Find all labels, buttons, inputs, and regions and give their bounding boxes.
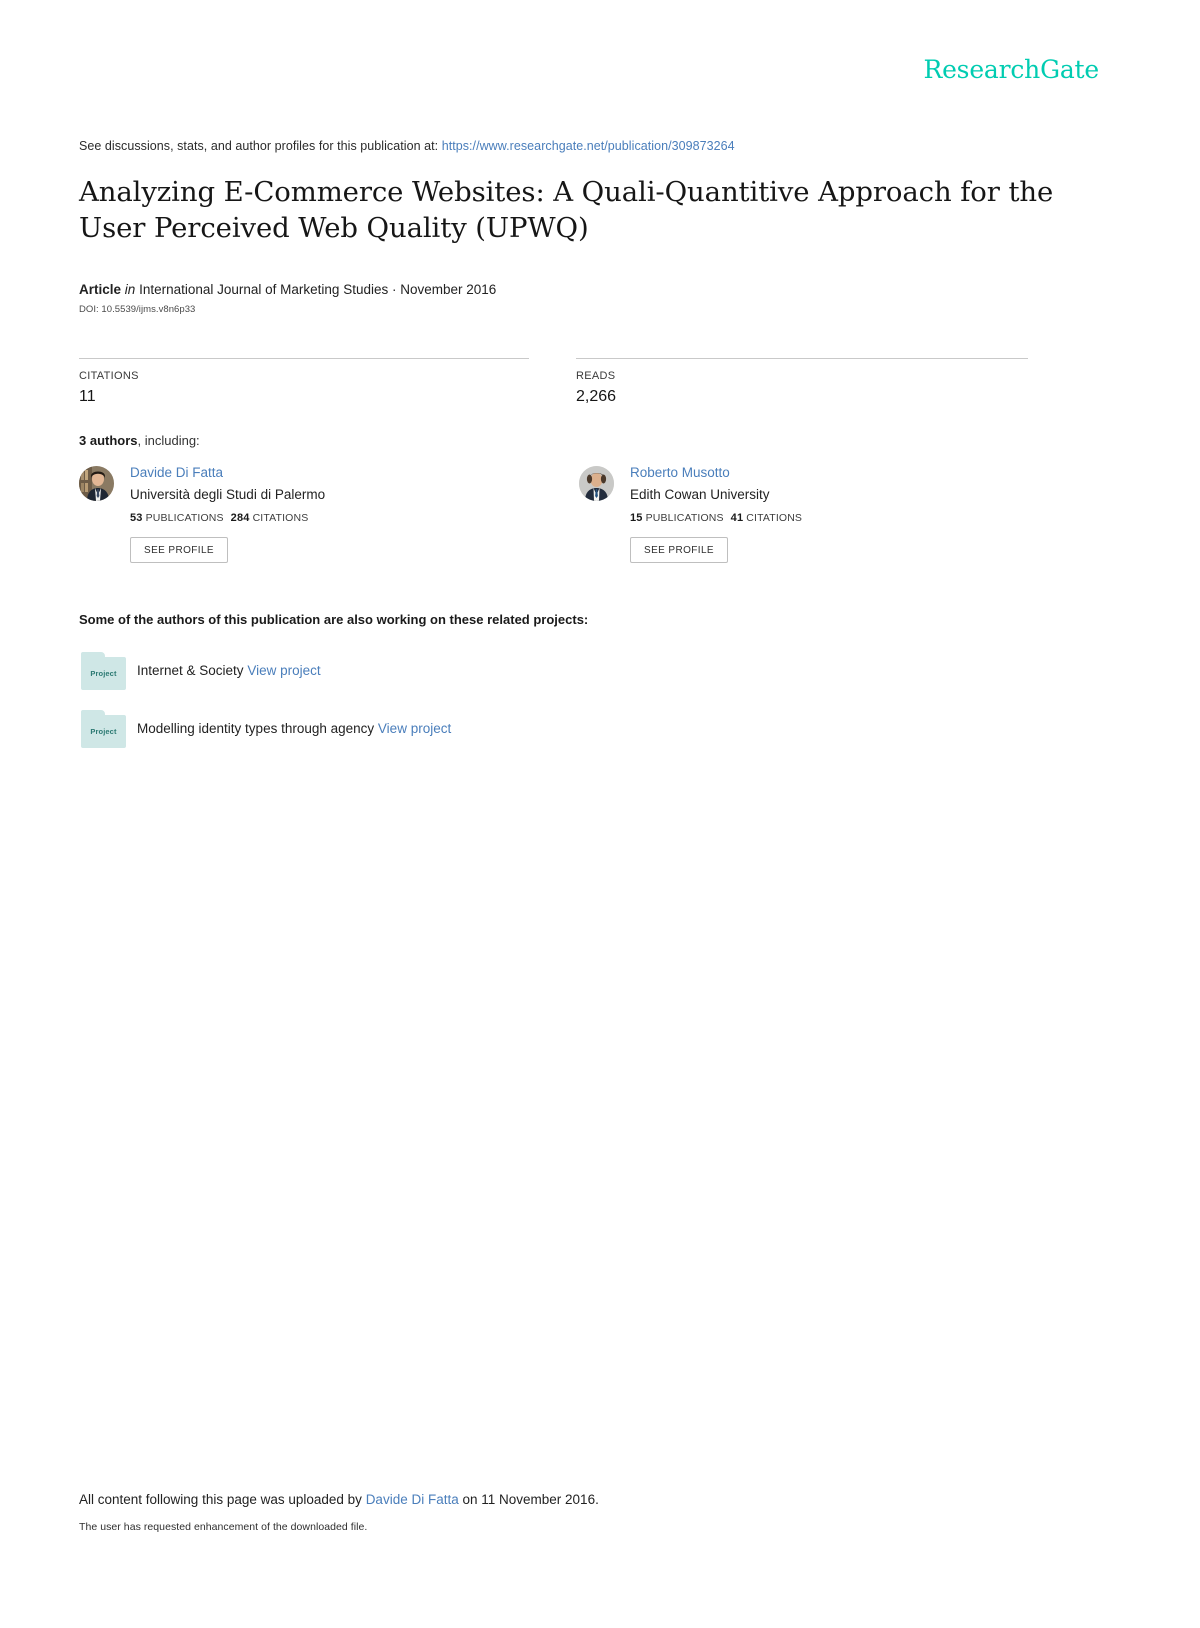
author-citations-label: CITATIONS [746, 512, 803, 525]
article-type-label: Article [79, 282, 122, 297]
footer-upload-line: All content following this page was uplo… [79, 1492, 599, 1507]
author-citations-label: CITATIONS [252, 512, 309, 525]
author-publications-label: PUBLICATIONS [645, 512, 724, 525]
project-row: Project Internet & Society View project [79, 652, 779, 692]
publication-url-link[interactable]: https://www.researchgate.net/publication… [442, 139, 735, 153]
project-folder-label: Project [90, 727, 117, 736]
see-profile-button[interactable]: SEE PROFILE [130, 537, 228, 564]
stat-label: READS [576, 370, 616, 382]
authors-header-rest: , including: [137, 433, 200, 448]
article-meta: Article in International Journal of Mark… [79, 282, 496, 297]
avatar-photo-icon [79, 466, 114, 501]
author-publications-count: 53 [130, 512, 143, 525]
stat-reads: READS 2,266 [576, 358, 1028, 406]
author-card: Davide Di Fatta Università degli Studi d… [79, 465, 509, 564]
author-citations-count: 284 [230, 512, 250, 525]
researchgate-logo-text: ResearchGate [923, 55, 1099, 84]
article-doi: DOI: 10.5539/ijms.v8n6p33 [79, 304, 196, 315]
publication-cover-page: ResearchGate See discussions, stats, and… [0, 0, 1200, 1628]
view-project-link[interactable]: View project [378, 721, 451, 736]
project-name: Modelling identity types through agency [137, 721, 375, 736]
author-card: Roberto Musotto Edith Cowan University 1… [579, 465, 1009, 564]
footer-upload-prefix: All content following this page was uplo… [79, 1492, 366, 1507]
projects-heading: Some of the authors of this publication … [79, 612, 589, 627]
discussion-prefix-text: See discussions, stats, and author profi… [79, 139, 439, 153]
project-name: Internet & Society [137, 663, 244, 678]
stat-label: CITATIONS [79, 370, 139, 382]
project-folder-icon: Project [81, 652, 126, 690]
project-text: Internet & Society View project [137, 663, 321, 678]
author-body: Davide Di Fatta Università degli Studi d… [130, 465, 509, 564]
author-name-link[interactable]: Roberto Musotto [630, 465, 1009, 481]
article-in-label: in [124, 282, 136, 297]
footer-enhancement-note: The user has requested enhancement of th… [79, 1521, 368, 1533]
author-publications-label: PUBLICATIONS [145, 512, 224, 525]
view-project-link[interactable]: View project [247, 663, 320, 678]
project-folder-icon: Project [81, 710, 126, 748]
author-affiliation: Università degli Studi di Palermo [130, 486, 326, 502]
author-stats: 53 PUBLICATIONS 284 CITATIONS [130, 512, 509, 524]
author-affiliation: Edith Cowan University [630, 486, 770, 502]
project-folder-label: Project [90, 669, 117, 678]
footer-upload-suffix: on 11 November 2016. [458, 1492, 599, 1507]
stat-divider [576, 358, 1028, 359]
avatar[interactable] [79, 466, 114, 501]
footer-author-link[interactable]: Davide Di Fatta [366, 1492, 459, 1507]
avatar-photo-icon [579, 466, 614, 501]
author-name-link[interactable]: Davide Di Fatta [130, 465, 509, 481]
project-row: Project Modelling identity types through… [79, 710, 779, 750]
author-body: Roberto Musotto Edith Cowan University 1… [630, 465, 1009, 564]
author-citations-count: 41 [730, 512, 744, 525]
discussion-line: See discussions, stats, and author profi… [79, 139, 735, 153]
author-stats: 15 PUBLICATIONS 41 CITATIONS [630, 512, 1009, 524]
page-title: Analyzing E-Commerce Websites: A Quali-Q… [79, 176, 1054, 244]
article-venue: International Journal of Marketing Studi… [139, 282, 497, 297]
see-profile-button[interactable]: SEE PROFILE [630, 537, 728, 564]
project-text: Modelling identity types through agency … [137, 721, 451, 736]
avatar[interactable] [579, 466, 614, 501]
stat-citations: CITATIONS 11 [79, 358, 529, 406]
stat-value: 2,266 [576, 388, 617, 405]
author-publications-count: 15 [630, 512, 643, 525]
stat-divider [79, 358, 529, 359]
authors-header: 3 authors, including: [79, 433, 200, 448]
researchgate-logo[interactable]: ResearchGate [923, 57, 1099, 82]
stat-value: 11 [79, 388, 96, 405]
authors-count: 3 authors [79, 433, 138, 448]
